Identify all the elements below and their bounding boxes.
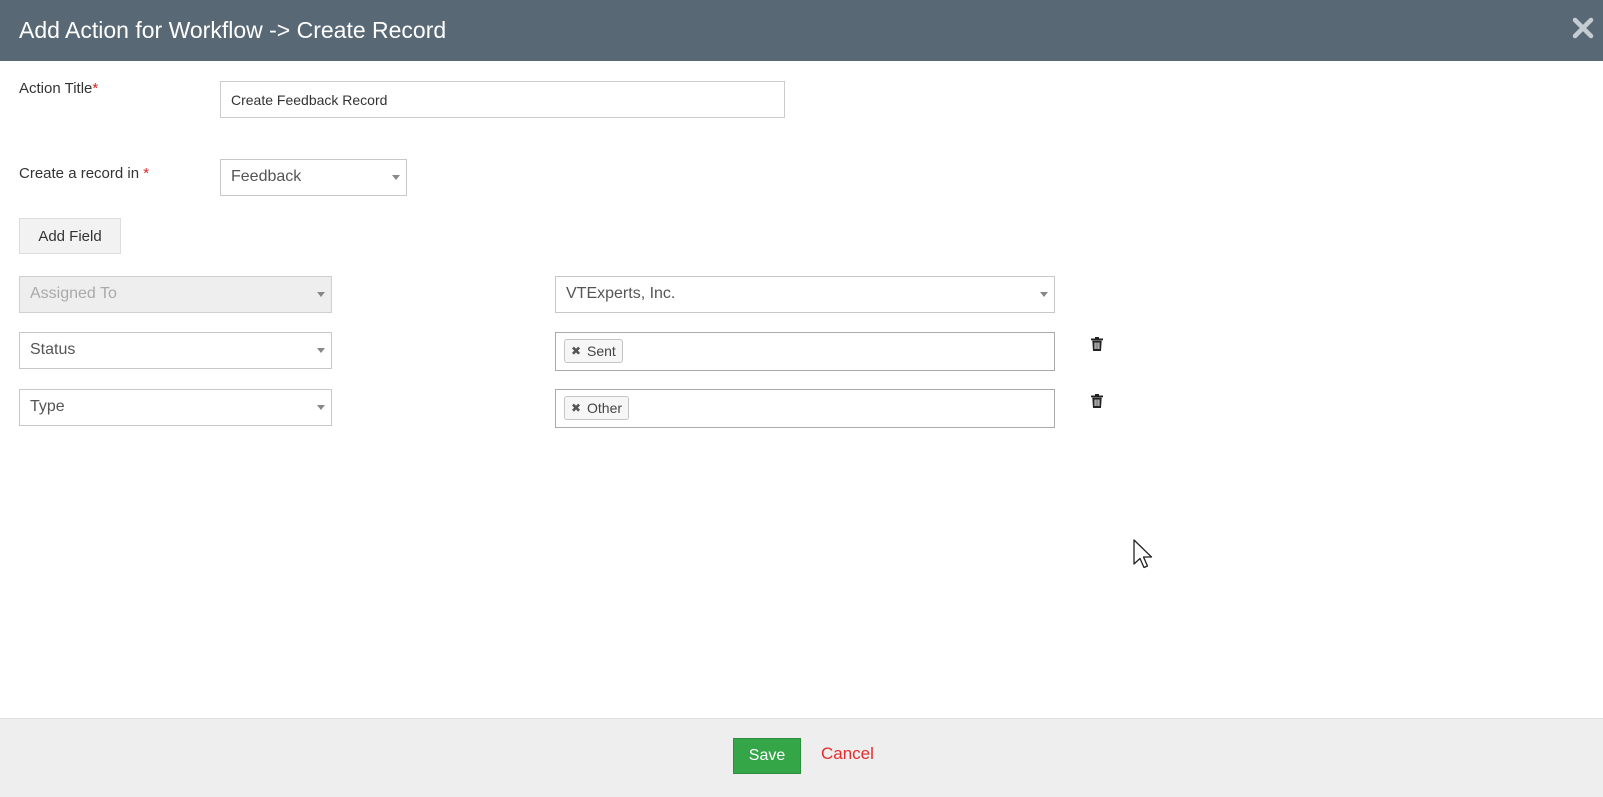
chevron-down-icon: [317, 348, 325, 353]
remove-chip-icon[interactable]: ✖: [571, 340, 581, 362]
field-select-type[interactable]: Type: [19, 389, 332, 426]
modal-footer: Save Cancel: [0, 718, 1603, 797]
chevron-down-icon: [317, 405, 325, 410]
value-chip: ✖ Sent: [564, 339, 623, 363]
trash-icon[interactable]: [1091, 394, 1103, 408]
modal-title: Add Action for Workflow -> Create Record: [19, 17, 447, 43]
save-button[interactable]: Save: [733, 738, 801, 774]
field-select-value: Assigned To: [30, 285, 117, 302]
value-multiselect-type[interactable]: ✖ Other: [555, 389, 1055, 428]
field-select-value: Status: [30, 341, 76, 358]
add-field-button[interactable]: Add Field: [19, 218, 121, 254]
chevron-down-icon: [392, 175, 400, 180]
value-select-assigned-to[interactable]: VTExperts, Inc.: [555, 276, 1055, 313]
value-select-value: VTExperts, Inc.: [566, 285, 676, 302]
required-mark: *: [92, 80, 99, 97]
mouse-cursor-icon: [1133, 539, 1155, 576]
field-select-status[interactable]: Status: [19, 332, 332, 369]
action-title-label: Action Title*: [19, 80, 98, 97]
modal-header: Add Action for Workflow -> Create Record: [0, 0, 1603, 61]
field-select-assigned-to: Assigned To: [19, 276, 332, 313]
action-title-label-text: Action Title: [19, 80, 93, 97]
chip-label: Other: [587, 400, 623, 416]
close-icon[interactable]: [1571, 16, 1595, 40]
remove-chip-icon[interactable]: ✖: [571, 397, 581, 419]
chevron-down-icon: [1040, 292, 1048, 297]
chevron-down-icon: [317, 292, 325, 297]
trash-icon[interactable]: [1091, 337, 1103, 351]
chip-label: Sent: [587, 343, 616, 359]
value-chip: ✖ Other: [564, 396, 630, 420]
create-record-label-text: Create a record in: [19, 165, 140, 182]
required-mark: *: [143, 165, 150, 182]
action-title-input[interactable]: [220, 81, 785, 118]
module-select[interactable]: Feedback: [220, 159, 407, 196]
module-select-value: Feedback: [231, 168, 302, 185]
cancel-link[interactable]: Cancel: [821, 744, 874, 764]
value-multiselect-status[interactable]: ✖ Sent: [555, 332, 1055, 371]
field-select-value: Type: [30, 398, 65, 415]
create-record-label: Create a record in *: [19, 165, 149, 182]
